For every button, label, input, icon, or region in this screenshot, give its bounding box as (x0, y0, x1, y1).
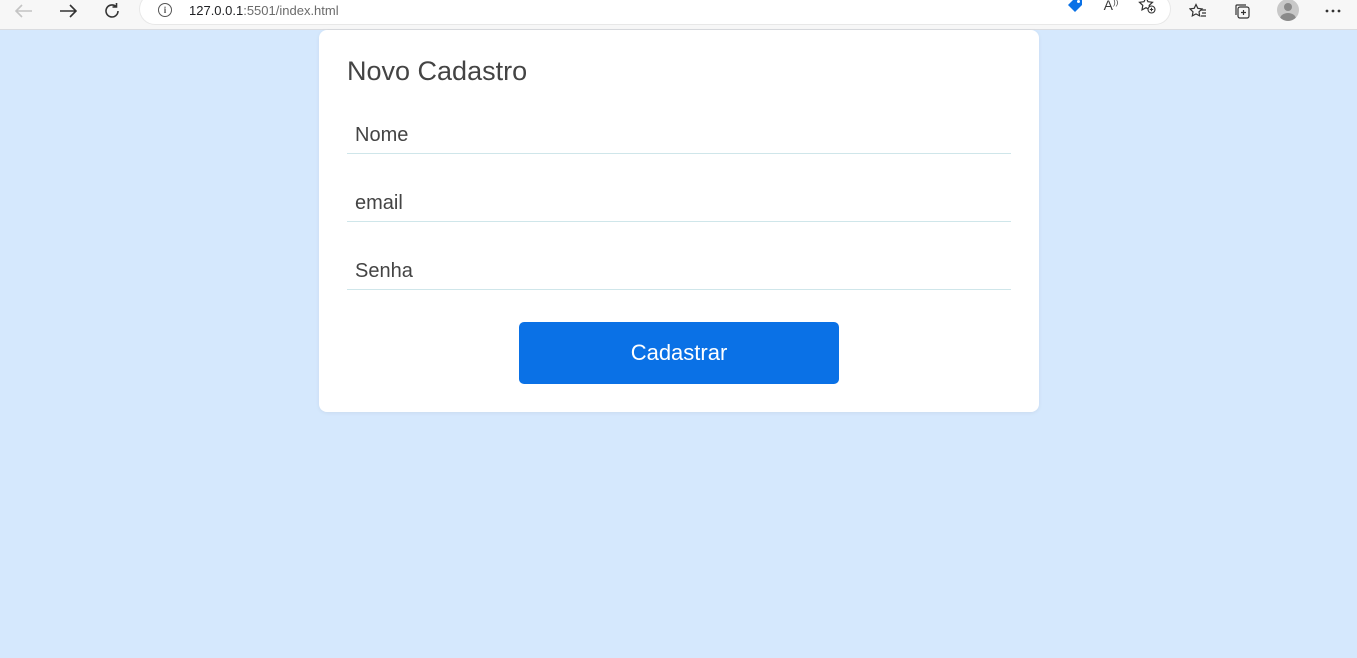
url-text[interactable]: 127.0.0.1:5501/index.html (189, 3, 339, 18)
refresh-icon[interactable] (97, 0, 127, 22)
info-icon[interactable]: i (158, 3, 172, 17)
register-button[interactable]: Cadastrar (519, 322, 839, 384)
add-favorite-icon[interactable] (1135, 0, 1159, 16)
address-bar[interactable]: i 127.0.0.1:5501/index.html A)) (140, 0, 1170, 24)
coupon-tag-icon[interactable] (1063, 0, 1087, 16)
collections-icon[interactable] (1228, 0, 1256, 22)
form-title: Novo Cadastro (347, 56, 528, 86)
browser-toolbar: i 127.0.0.1:5501/index.html A)) (0, 0, 1357, 30)
back-arrow-icon[interactable] (9, 0, 39, 22)
name-input[interactable] (347, 114, 1011, 154)
password-input[interactable] (347, 250, 1011, 290)
read-aloud-label: A (1103, 0, 1113, 13)
email-input[interactable] (347, 182, 1011, 222)
more-menu-icon[interactable] (1319, 0, 1347, 22)
profile-avatar[interactable] (1277, 0, 1299, 21)
registration-card: Novo Cadastro Cadastrar (319, 30, 1039, 412)
forward-arrow-icon[interactable] (53, 0, 83, 22)
favorites-icon[interactable] (1184, 0, 1212, 22)
read-aloud-icon[interactable]: A)) (1099, 0, 1123, 16)
